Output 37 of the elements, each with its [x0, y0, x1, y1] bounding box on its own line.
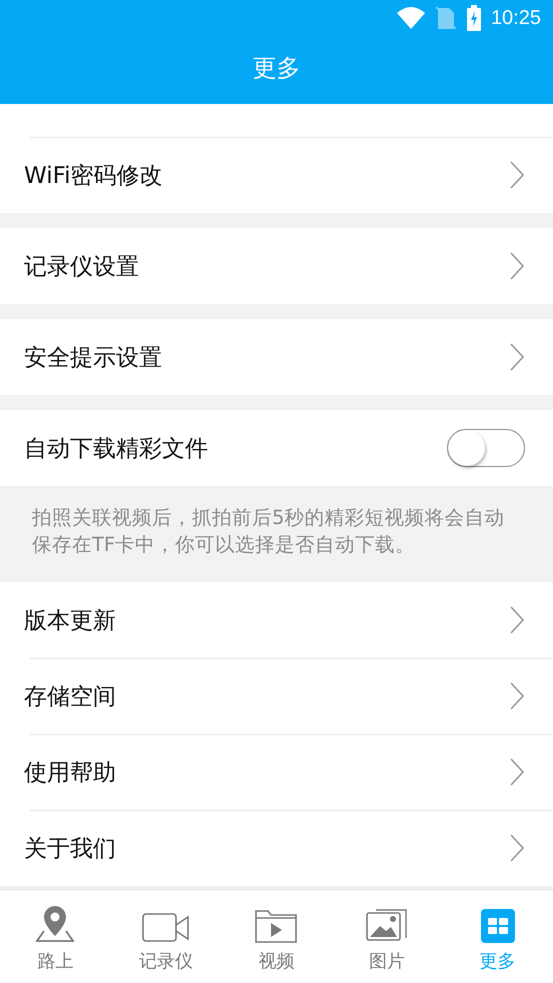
settings-row[interactable]: 存储空间	[0, 658, 553, 734]
note-text: 拍照关联视频后，抓拍前后5秒的精彩短视频将会自动保存在TF卡中，你可以选择是否自动下载。	[32, 505, 506, 558]
video-folder-icon	[255, 909, 298, 943]
toggle-switch[interactable]	[447, 429, 525, 467]
settings-row[interactable]: 记录仪设置	[0, 228, 553, 304]
nav-tab[interactable]: 图片	[332, 890, 442, 983]
chevron-right-icon	[509, 342, 525, 372]
wifi-icon	[396, 7, 425, 29]
row-label: 自动下载精彩文件	[24, 434, 208, 464]
chevron-right-icon	[509, 833, 525, 863]
chevron-right-icon	[509, 605, 525, 635]
chevron-right-icon	[509, 681, 525, 711]
chevron-right-icon	[509, 251, 525, 281]
settings-row[interactable]: 使用帮助	[0, 734, 553, 810]
map-pin-icon	[35, 903, 76, 943]
chevron-right-icon	[509, 160, 525, 190]
chevron-right-icon	[509, 757, 525, 787]
page-title: 更多	[252, 53, 300, 84]
nav-tab[interactable]: 记录仪	[110, 890, 222, 983]
row-label: 存储空间	[24, 682, 116, 712]
battery-charging-icon	[466, 5, 481, 31]
video-camera-icon	[142, 913, 190, 943]
no-sim-icon	[434, 6, 457, 30]
image-icon	[366, 907, 408, 943]
nav-tab[interactable]: 路上	[0, 890, 111, 983]
row-label: 使用帮助	[24, 758, 116, 788]
row-label: 安全提示设置	[24, 344, 162, 372]
row-label: 关于我们	[24, 834, 116, 864]
nav-tab[interactable]: 视频	[221, 890, 332, 983]
grid-icon	[480, 909, 515, 943]
settings-row[interactable]: 版本更新	[0, 582, 553, 658]
row-label: 记录仪设置	[24, 252, 139, 282]
status-time: 10:25	[490, 6, 541, 30]
settings-row[interactable]: 关于我们	[0, 810, 553, 886]
settings-row[interactable]: 安全提示设置	[0, 319, 553, 395]
row-label: 版本更新	[24, 606, 116, 636]
row-label: WiFi密码修改	[24, 162, 163, 190]
